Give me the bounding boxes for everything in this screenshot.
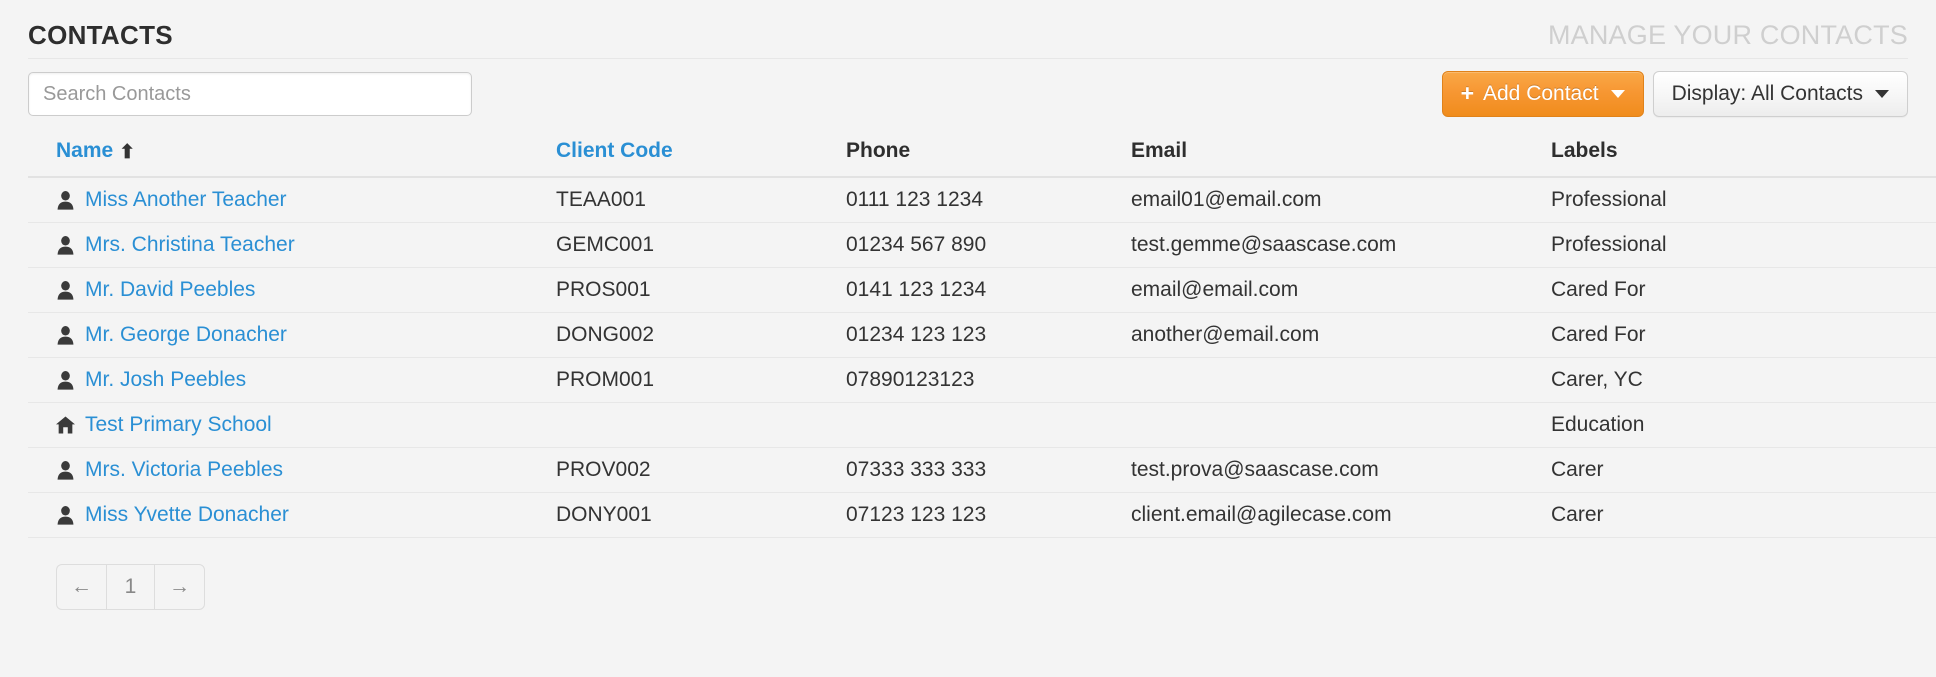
cell-phone: 07123 123 123: [846, 492, 1131, 538]
column-header-labels-label: Labels: [1551, 139, 1618, 162]
cell-name: Mr. Josh Peebles: [28, 357, 556, 403]
contact-name-link[interactable]: Miss Another Teacher: [85, 188, 287, 212]
cell-labels: Cared For: [1551, 312, 1936, 358]
chevron-down-icon: [1875, 90, 1889, 98]
contact-name-link[interactable]: Mrs. Victoria Peebles: [85, 458, 283, 482]
table-header-row: Name ⬆ Client Code Phone Email Labels: [28, 133, 1936, 178]
sort-ascending-icon: ⬆: [119, 142, 136, 163]
cell-email: email@email.com: [1131, 267, 1551, 313]
cell-phone: 01234 123 123: [846, 312, 1131, 358]
cell-client-code: TEAA001: [556, 177, 846, 223]
page-subtitle: MANAGE YOUR CONTACTS: [1547, 20, 1908, 50]
cell-labels: Cared For: [1551, 267, 1936, 313]
cell-name: Mr. George Donacher: [28, 312, 556, 358]
contact-name-link[interactable]: Test Primary School: [85, 413, 272, 437]
person-icon: [56, 460, 75, 481]
cell-client-code: GEMC001: [556, 222, 846, 268]
column-header-phone-label: Phone: [846, 139, 911, 162]
table-row: Miss Yvette Donacher DONY001 07123 123 123…: [28, 492, 1936, 538]
display-filter-button[interactable]: Display: All Contacts: [1652, 71, 1908, 117]
cell-labels: Carer: [1551, 447, 1936, 493]
person-icon: [56, 370, 75, 391]
search-input[interactable]: [28, 72, 472, 116]
person-icon: [56, 325, 75, 346]
cell-phone: 01234 567 890: [846, 222, 1131, 268]
column-header-labels: Labels: [1551, 133, 1936, 178]
toolbar-actions: + Add Contact Display: All Contacts: [1441, 71, 1908, 117]
cell-phone: [846, 402, 1131, 448]
column-header-name[interactable]: Name ⬆: [28, 133, 556, 178]
cell-client-code: [556, 402, 846, 448]
person-icon: [56, 235, 75, 256]
table-row: Mr. George Donacher DONG002 01234 123 123 a…: [28, 312, 1936, 358]
cell-client-code: PROS001: [556, 267, 846, 313]
contact-name-link[interactable]: Mr. George Donacher: [85, 323, 287, 347]
pagination-page-1[interactable]: 1: [106, 564, 154, 610]
cell-phone: 07333 333 333: [846, 447, 1131, 493]
table-body: Miss Another Teacher TEAA001 0111 123 1234…: [28, 177, 1936, 538]
cell-email: test.gemme@saascase.com: [1131, 222, 1551, 268]
toolbar: + Add Contact Display: All Contacts: [28, 59, 1908, 129]
column-header-email: Email: [1131, 133, 1551, 178]
person-icon: [56, 505, 75, 526]
contacts-page: CONTACTS MANAGE YOUR CONTACTS + Add Cont…: [0, 0, 1936, 677]
cell-email: client.email@agilecase.com: [1131, 492, 1551, 538]
cell-phone: 0141 123 1234: [846, 267, 1131, 313]
cell-email: test.prova@saascase.com: [1131, 447, 1551, 493]
cell-name: Miss Another Teacher: [28, 177, 556, 223]
cell-labels: Professional: [1551, 177, 1936, 223]
table-head: Name ⬆ Client Code Phone Email Labels: [28, 133, 1936, 178]
contact-name-link[interactable]: Mrs. Christina Teacher: [85, 233, 295, 257]
cell-name: Mrs. Christina Teacher: [28, 222, 556, 268]
cell-name: Test Primary School: [28, 402, 556, 448]
page-title: CONTACTS: [28, 20, 173, 50]
cell-name: Mrs. Victoria Peebles: [28, 447, 556, 493]
cell-phone: 07890123123: [846, 357, 1131, 403]
contact-name-link[interactable]: Mr. Josh Peebles: [85, 368, 246, 392]
table-row: Test Primary School Education: [28, 402, 1936, 448]
contact-name-link[interactable]: Miss Yvette Donacher: [85, 503, 289, 527]
cell-client-code: DONY001: [556, 492, 846, 538]
pagination: ← 1 →: [56, 564, 205, 610]
person-icon: [56, 190, 75, 211]
contact-name-link[interactable]: Mr. David Peebles: [85, 278, 255, 302]
column-header-client-code-label: Client Code: [556, 139, 673, 162]
table-row: Mrs. Christina Teacher GEMC001 01234 567 8…: [28, 222, 1936, 268]
column-header-name-label: Name: [56, 139, 114, 162]
contacts-table: Name ⬆ Client Code Phone Email Labels Mis…: [28, 133, 1936, 538]
column-header-client-code[interactable]: Client Code: [556, 133, 846, 178]
cell-name: Miss Yvette Donacher: [28, 492, 556, 538]
cell-name: Mr. David Peebles: [28, 267, 556, 313]
cell-client-code: PROV002: [556, 447, 846, 493]
person-icon: [56, 280, 75, 301]
add-contact-button[interactable]: + Add Contact: [1441, 71, 1644, 117]
cell-labels: Carer: [1551, 492, 1936, 538]
plus-icon: +: [1460, 79, 1474, 106]
display-filter-label: Display: All Contacts: [1671, 82, 1863, 105]
cell-email: email01@email.com: [1131, 177, 1551, 223]
pagination-next-button[interactable]: →: [154, 564, 205, 610]
home-icon: [56, 415, 75, 436]
table-row: Mrs. Victoria Peebles PROV002 07333 333 33…: [28, 447, 1936, 493]
cell-email: another@email.com: [1131, 312, 1551, 358]
cell-labels: Carer, YC: [1551, 357, 1936, 403]
cell-client-code: DONG002: [556, 312, 846, 358]
cell-email: [1131, 402, 1551, 448]
table-row: Mr. David Peebles PROS001 0141 123 1234 ema…: [28, 267, 1936, 313]
cell-email: [1131, 357, 1551, 403]
cell-labels: Professional: [1551, 222, 1936, 268]
add-contact-label: Add Contact: [1483, 82, 1599, 105]
table-row: Miss Another Teacher TEAA001 0111 123 1234…: [28, 177, 1936, 223]
table-row: Mr. Josh Peebles PROM001 07890123123 Carer,…: [28, 357, 1936, 403]
page-header: CONTACTS MANAGE YOUR CONTACTS: [28, 0, 1908, 59]
chevron-down-icon: [1610, 90, 1625, 98]
cell-labels: Education: [1551, 402, 1936, 448]
cell-client-code: PROM001: [556, 357, 846, 403]
cell-phone: 0111 123 1234: [846, 177, 1131, 223]
column-header-email-label: Email: [1131, 139, 1188, 162]
column-header-phone: Phone: [846, 133, 1131, 178]
pagination-prev-button[interactable]: ←: [56, 564, 106, 610]
